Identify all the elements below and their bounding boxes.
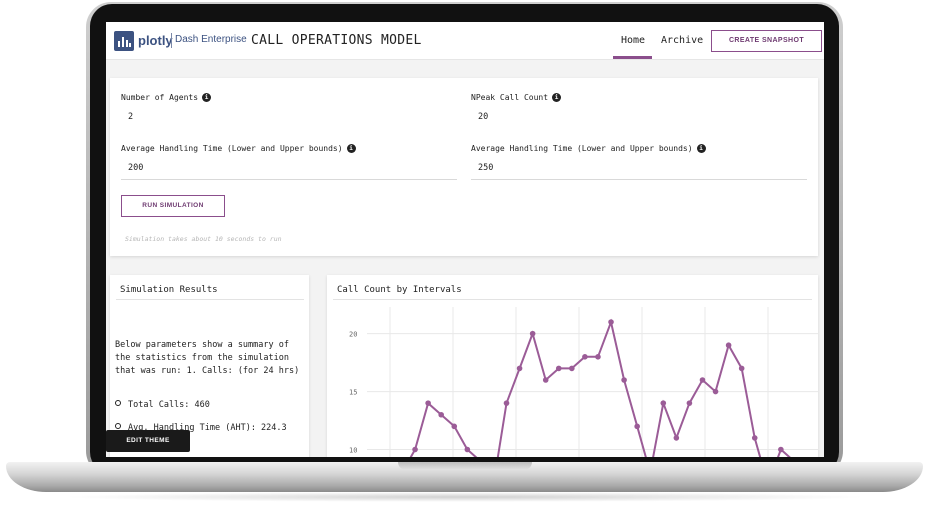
laptop-base-notch xyxy=(398,462,532,470)
aht-lower-underline xyxy=(121,179,457,180)
peak-input[interactable]: 20 xyxy=(478,112,488,122)
results-title: Simulation Results xyxy=(120,285,218,295)
app-header: plotly Dash Enterprise CALL OPERATIONS M… xyxy=(106,22,824,60)
data-point xyxy=(621,377,627,383)
data-point xyxy=(555,365,562,372)
bullet-icon xyxy=(115,400,121,406)
agents-input[interactable]: 2 xyxy=(128,112,133,122)
info-icon[interactable]: i xyxy=(346,144,356,153)
y-tick-label: 20 xyxy=(349,331,357,339)
aht-upper-input[interactable]: 250 xyxy=(478,163,493,173)
app-screen: plotly Dash Enterprise CALL OPERATIONS M… xyxy=(106,22,824,457)
data-point xyxy=(595,354,601,360)
data-point xyxy=(451,423,458,430)
data-point xyxy=(778,446,784,453)
nav-home-link[interactable]: Home xyxy=(621,35,645,46)
data-point xyxy=(660,400,667,406)
results-title-rule xyxy=(116,299,304,300)
logo-divider xyxy=(171,33,172,48)
info-icon[interactable]: i xyxy=(696,144,706,153)
plotly-logo-icon xyxy=(114,31,134,51)
data-point xyxy=(438,411,444,418)
data-point xyxy=(634,423,640,430)
nav-archive-link[interactable]: Archive xyxy=(661,35,703,46)
logo-text: plotly xyxy=(138,33,173,48)
y-tick-label: 15 xyxy=(349,389,357,397)
data-point xyxy=(464,446,471,453)
info-icon[interactable]: i xyxy=(552,93,562,102)
data-point xyxy=(751,435,758,441)
edit-theme-button[interactable]: EDIT THEME xyxy=(106,430,190,452)
data-point xyxy=(516,365,523,372)
data-point xyxy=(412,446,418,453)
call-count-series-line xyxy=(409,318,791,457)
aht-upper-label: Average Handling Time (Lower and Upper b… xyxy=(471,144,706,153)
aht-lower-input[interactable]: 200 xyxy=(128,163,143,173)
app-title: CALL OPERATIONS MODEL xyxy=(251,33,422,48)
parameters-card: Number of Agents i 2 NPeak Call Count i 20… xyxy=(110,78,818,256)
agents-label: Number of Agents i xyxy=(121,93,212,102)
data-point xyxy=(503,400,510,406)
data-point xyxy=(425,400,431,406)
peak-label: NPeak Call Count i xyxy=(471,93,562,102)
data-point xyxy=(542,377,549,383)
data-point xyxy=(738,365,745,372)
results-summary: Below parameters show a summary of the s… xyxy=(115,340,300,376)
data-point xyxy=(673,435,680,441)
data-point xyxy=(686,400,693,406)
total-calls-item: Total Calls: 460 xyxy=(115,400,210,410)
aht-lower-label: Average Handling Time (Lower and Upper b… xyxy=(121,144,356,153)
data-point xyxy=(725,342,732,349)
info-icon[interactable]: i xyxy=(202,93,212,102)
y-tick-label: 10 xyxy=(349,447,357,455)
data-point xyxy=(608,319,614,325)
create-snapshot-button[interactable]: CREATE SNAPSHOT xyxy=(711,30,822,52)
laptop-shadow xyxy=(60,492,870,502)
call-count-chart-card: Call Count by Intervals 10 15 20 xyxy=(327,275,818,457)
data-point xyxy=(712,388,719,395)
aht-upper-underline xyxy=(471,179,807,180)
data-point xyxy=(699,377,706,383)
simulation-hint: Simulation takes about 10 seconds to run xyxy=(125,235,282,243)
run-simulation-button[interactable]: RUN SIMULATION xyxy=(121,195,225,217)
data-point xyxy=(529,330,536,337)
data-point xyxy=(569,365,575,372)
nav-active-indicator xyxy=(613,56,652,59)
logo-subtitle: Dash Enterprise xyxy=(175,34,247,45)
data-point xyxy=(582,354,588,360)
bullet-icon xyxy=(115,423,121,429)
call-count-chart: 10 15 20 xyxy=(349,307,818,457)
